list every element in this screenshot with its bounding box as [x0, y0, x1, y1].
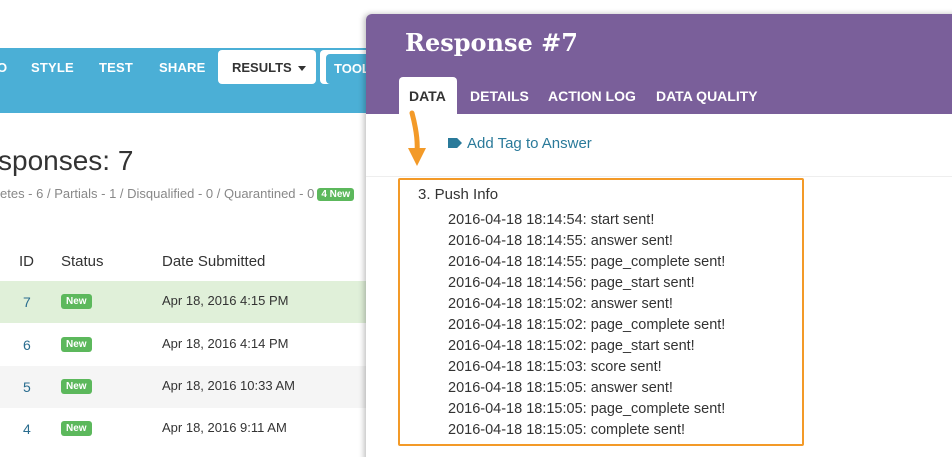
row-date: Apr 18, 2016 9:11 AM [162, 420, 287, 435]
tab-data-quality[interactable]: DATA QUALITY [656, 88, 758, 104]
table-row[interactable]: 4 New Apr 18, 2016 9:11 AM [0, 408, 370, 450]
nav-item-share[interactable]: SHARE [159, 60, 206, 75]
responses-title: sponses: 7 [0, 145, 134, 176]
log-line: 2016-04-18 18:15:03: score sent! [448, 359, 662, 375]
divider [366, 176, 952, 177]
status-badge: New [61, 421, 92, 436]
log-line: 2016-04-18 18:14:55: answer sent! [448, 233, 673, 249]
add-tag-label: Add Tag to Answer [467, 135, 592, 152]
row-date: Apr 18, 2016 4:15 PM [162, 293, 289, 308]
caret-down-icon [297, 66, 306, 72]
responses-table-header: ID Status Date Submitted [0, 250, 370, 274]
log-line: 2016-04-18 18:15:05: complete sent! [448, 422, 685, 438]
nav-item-build[interactable]: O [0, 60, 7, 75]
push-info-answer: 3. Push Info 2016-04-18 18:14:54: start … [398, 178, 804, 446]
question-heading: 3. Push Info [418, 186, 499, 203]
row-id[interactable]: 7 [23, 294, 31, 310]
log-line: 2016-04-18 18:14:54: start sent! [448, 212, 655, 228]
new-count-badge[interactable]: 4 New [317, 188, 355, 201]
log-line: 2016-04-18 18:15:02: answer sent! [448, 296, 673, 312]
table-row[interactable]: 7 New Apr 18, 2016 4:15 PM [0, 281, 370, 323]
nav-item-style[interactable]: STYLE [31, 60, 74, 75]
nav-tab-results-label: RESULTS [232, 60, 292, 75]
column-header-status[interactable]: Status [61, 253, 104, 270]
table-row[interactable]: 5 New Apr 18, 2016 10:33 AM [0, 366, 370, 408]
row-id[interactable]: 6 [23, 337, 31, 353]
log-line: 2016-04-18 18:15:02: page_complete sent! [448, 317, 726, 333]
annotation-arrow-icon [408, 110, 426, 166]
log-line: 2016-04-18 18:15:05: page_complete sent! [448, 401, 726, 417]
tab-details[interactable]: DETAILS [470, 88, 529, 104]
modal-title: Response #7 [405, 28, 578, 57]
modal-header: Response #7 DATA DETAILS ACTION LOG DATA… [366, 14, 952, 115]
nav-item-test[interactable]: TEST [99, 60, 133, 75]
responses-summary-text: etes - 6 / Partials - 1 / Disqualified -… [0, 186, 315, 201]
add-tag-link[interactable]: Add Tag to Answer [448, 135, 592, 152]
log-line: 2016-04-18 18:14:55: page_complete sent! [448, 254, 726, 270]
responses-summary: etes - 6 / Partials - 1 / Disqualified -… [0, 186, 355, 201]
status-badge: New [61, 294, 92, 309]
response-modal: Response #7 DATA DETAILS ACTION LOG DATA… [366, 14, 952, 457]
tab-action-log[interactable]: ACTION LOG [548, 88, 636, 104]
status-badge: New [61, 337, 92, 352]
table-row[interactable]: 6 New Apr 18, 2016 4:14 PM [0, 324, 370, 366]
row-date: Apr 18, 2016 4:14 PM [162, 336, 289, 351]
row-id[interactable]: 5 [23, 379, 31, 395]
row-date: Apr 18, 2016 10:33 AM [162, 378, 295, 393]
nav-tab-results[interactable]: RESULTS [218, 50, 316, 84]
tag-icon [448, 138, 462, 148]
log-line: 2016-04-18 18:15:02: page_start sent! [448, 338, 695, 354]
row-id[interactable]: 4 [23, 421, 31, 437]
column-header-date[interactable]: Date Submitted [162, 253, 265, 270]
log-line: 2016-04-18 18:15:05: answer sent! [448, 380, 673, 396]
log-line: 2016-04-18 18:14:56: page_start sent! [448, 275, 695, 291]
column-header-id[interactable]: ID [19, 253, 34, 270]
status-badge: New [61, 379, 92, 394]
